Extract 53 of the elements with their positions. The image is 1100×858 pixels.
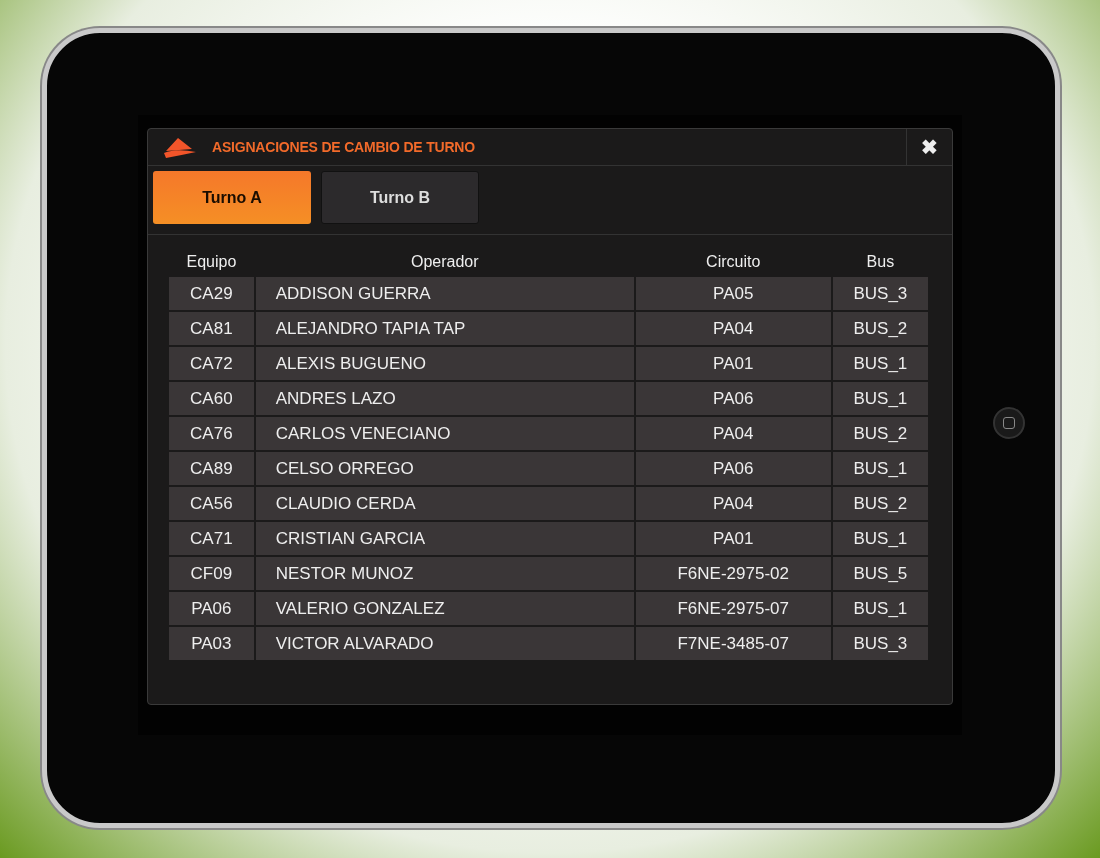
column-header: Bus [865, 252, 896, 272]
table-cell: BUS_1 [831, 381, 929, 416]
table-cell: PA01 [634, 521, 832, 556]
table-cell: CF09 [168, 556, 255, 591]
dialog-title: ASIGNACIONES DE CAMBIO DE TURNO [212, 137, 476, 157]
table-cell: F7NE-3485-07 [634, 626, 832, 661]
table-cell: BUS_1 [831, 346, 929, 381]
column-header: Operador [409, 252, 480, 272]
table-cell: PA04 [634, 416, 832, 451]
table-cell: PA06 [634, 381, 832, 416]
table-cell: CA81 [168, 311, 255, 346]
table-cell: CA89 [168, 451, 255, 486]
table-cell: CLAUDIO CERDA [254, 486, 635, 521]
table-cell: BUS_2 [831, 311, 929, 346]
tab[interactable]: Turno B [321, 171, 479, 224]
table-cell: BUS_2 [831, 416, 929, 451]
table-cell: PA04 [634, 486, 832, 521]
table-cell: NESTOR MUNOZ [254, 556, 635, 591]
table-cell: ALEXIS BUGUENO [254, 346, 635, 381]
table-cell: PA01 [634, 346, 832, 381]
table-cell: BUS_2 [831, 486, 929, 521]
table-cell: VALERIO GONZALEZ [254, 591, 635, 626]
table-cell: VICTOR ALVARADO [254, 626, 635, 661]
table-cell: CA76 [168, 416, 255, 451]
table-cell: BUS_1 [831, 591, 929, 626]
table-cell: PA05 [634, 276, 832, 311]
table-cell: BUS_3 [831, 626, 929, 661]
table-cell: CA71 [168, 521, 255, 556]
table-cell: CA56 [168, 486, 255, 521]
table-cell: CA29 [168, 276, 255, 311]
table-cell: CARLOS VENECIANO [254, 416, 635, 451]
table-cell: PA04 [634, 311, 832, 346]
table-cell: BUS_5 [831, 556, 929, 591]
table-cell: CA72 [168, 346, 255, 381]
close-button[interactable]: ✖ [906, 128, 952, 166]
table-cell: ADDISON GUERRA [254, 276, 635, 311]
table-cell: CA60 [168, 381, 255, 416]
table-cell: BUS_1 [831, 521, 929, 556]
table-cell: BUS_3 [831, 276, 929, 311]
table-cell: PA06 [168, 591, 255, 626]
home-button[interactable] [992, 407, 1025, 439]
table-cell: ANDRES LAZO [254, 381, 635, 416]
table-cell: ALEJANDRO TAPIA TAP [254, 311, 635, 346]
table-cell: PA06 [634, 451, 832, 486]
table-cell: BUS_1 [831, 451, 929, 486]
table-cell: CELSO ORREGO [254, 451, 635, 486]
column-header: Circuito [705, 252, 762, 272]
tab[interactable]: Turno A [153, 171, 311, 224]
column-header: Equipo [185, 252, 238, 272]
table-cell: CRISTIAN GARCIA [254, 521, 635, 556]
table-cell: F6NE-2975-07 [634, 591, 832, 626]
table-cell: F6NE-2975-02 [634, 556, 832, 591]
table-cell: PA03 [168, 626, 255, 661]
